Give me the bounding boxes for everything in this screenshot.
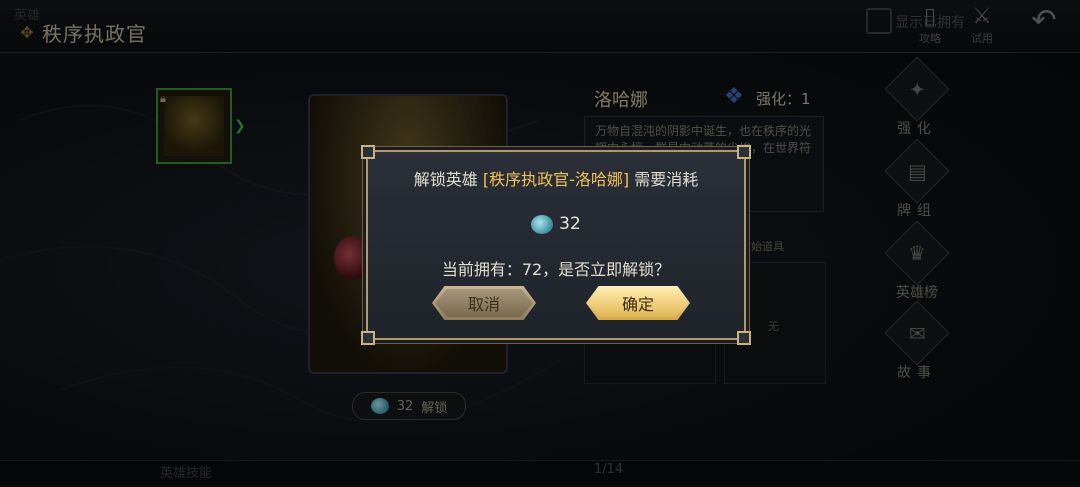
dialog-message: 解锁英雄 [秩序执政官-洛哈娜] 需要消耗 bbox=[368, 166, 744, 190]
dialog-hero-name: [秩序执政官-洛哈娜] bbox=[482, 170, 630, 189]
dialog-owned-text: 当前拥有：72，是否立即解锁？ bbox=[441, 260, 671, 279]
dialog-corner bbox=[737, 145, 751, 159]
unlock-dialog: 解锁英雄 [秩序执政官-洛哈娜] 需要消耗 32 当前拥有：72，是否立即解锁？… bbox=[361, 145, 751, 345]
dialog-cost-value: 32 bbox=[559, 214, 581, 234]
dialog-cost: 32 bbox=[368, 214, 744, 234]
cancel-button[interactable]: 取消 bbox=[432, 286, 536, 320]
confirm-button[interactable]: 确定 bbox=[586, 286, 690, 320]
cancel-button-label: 取消 bbox=[467, 295, 500, 314]
dialog-prefix: 解锁英雄 bbox=[413, 170, 483, 189]
crystal-icon bbox=[531, 214, 554, 234]
dialog-suffix: 需要消耗 bbox=[629, 170, 699, 189]
dialog-corner bbox=[361, 331, 375, 345]
confirm-button-label: 确定 bbox=[621, 295, 654, 314]
